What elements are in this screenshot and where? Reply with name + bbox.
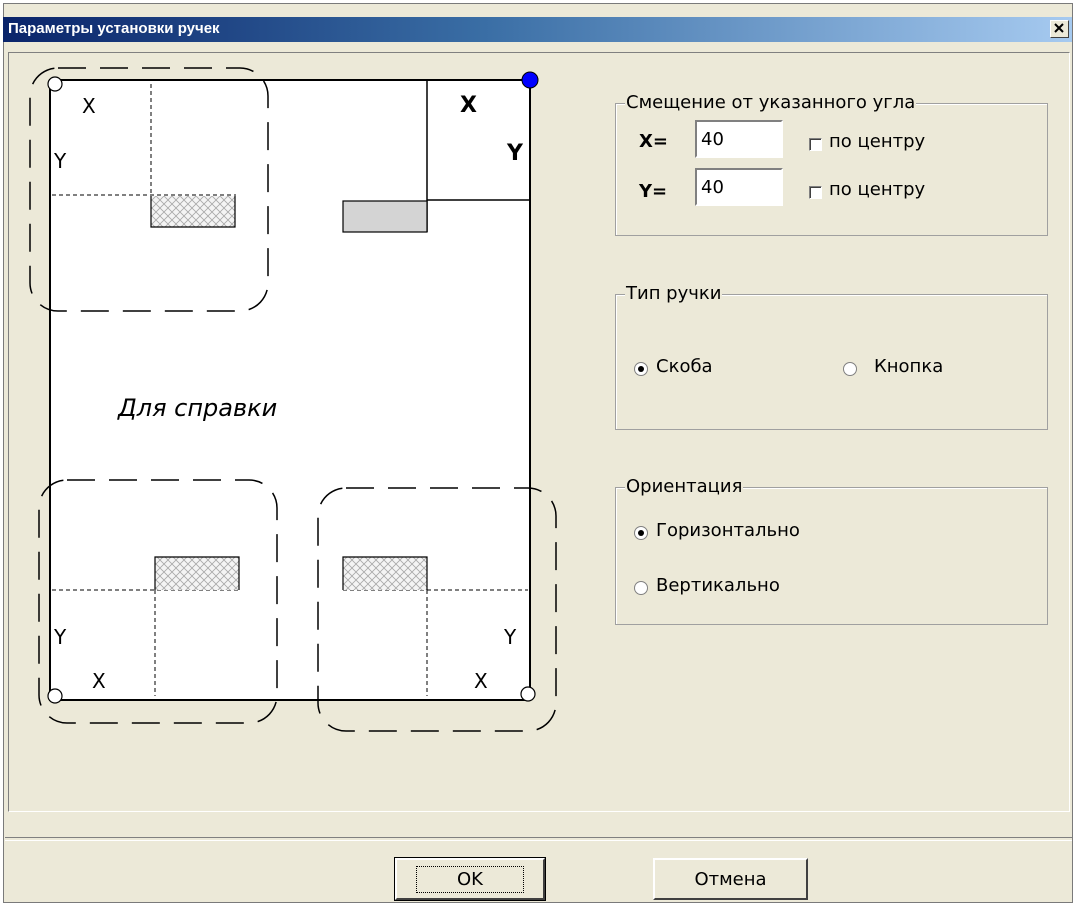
br-corner-marker bbox=[520, 686, 536, 702]
y-center-label[interactable]: по центру bbox=[829, 179, 925, 200]
br-x-label: X bbox=[474, 669, 488, 693]
orientation-legend: Ориентация bbox=[625, 476, 744, 497]
tr-y-label: Y bbox=[506, 141, 524, 166]
tl-handle-hatched bbox=[151, 196, 235, 227]
tl-corner-marker bbox=[47, 76, 63, 92]
bl-handle-hatched bbox=[155, 557, 239, 590]
tl-y-label: Y bbox=[53, 149, 67, 173]
radio-horizontal[interactable] bbox=[634, 526, 648, 540]
cancel-button-label: Отмена bbox=[694, 868, 767, 890]
radio-skoba[interactable] bbox=[634, 362, 648, 376]
y-center-checkbox[interactable] bbox=[809, 186, 822, 199]
offset-y-label: Y= bbox=[639, 181, 668, 202]
bl-corner-marker bbox=[47, 688, 63, 704]
radio-skoba-label[interactable]: Скоба bbox=[656, 356, 713, 377]
orientation-group: Ориентация bbox=[615, 477, 1048, 625]
radio-horizontal-label[interactable]: Горизонтально bbox=[656, 520, 800, 541]
board-outline bbox=[49, 79, 531, 701]
br-y-label: Y bbox=[503, 625, 517, 649]
ok-button[interactable]: OK bbox=[394, 857, 546, 901]
radio-knopka-label[interactable]: Кнопка bbox=[874, 356, 943, 377]
diagram-caption: Для справки bbox=[117, 394, 277, 422]
x-center-checkbox[interactable] bbox=[809, 138, 822, 151]
radio-vertical[interactable] bbox=[634, 581, 648, 595]
tl-x-label: X bbox=[82, 94, 96, 118]
offset-y-input[interactable] bbox=[695, 168, 783, 206]
bl-y-label: Y bbox=[53, 625, 67, 649]
selected-corner-marker bbox=[521, 71, 539, 89]
offset-group: Смещение от указанного угла bbox=[615, 93, 1048, 236]
bottom-separator bbox=[5, 837, 1072, 841]
offset-x-input[interactable] bbox=[695, 120, 783, 158]
offset-legend: Смещение от указанного угла bbox=[625, 92, 917, 113]
x-center-label[interactable]: по центру bbox=[829, 131, 925, 152]
radio-vertical-label[interactable]: Вертикально bbox=[656, 575, 780, 596]
cancel-button[interactable]: Отмена bbox=[653, 858, 808, 900]
handle-type-legend: Тип ручки bbox=[625, 283, 723, 304]
offset-x-label: X= bbox=[639, 131, 668, 152]
radio-knopka[interactable] bbox=[843, 362, 857, 376]
br-handle-hatched bbox=[343, 557, 427, 590]
tr-x-label: X bbox=[460, 93, 477, 118]
tr-handle-solid bbox=[342, 200, 428, 233]
ok-button-label: OK bbox=[416, 865, 524, 893]
bl-x-label: X bbox=[92, 669, 106, 693]
